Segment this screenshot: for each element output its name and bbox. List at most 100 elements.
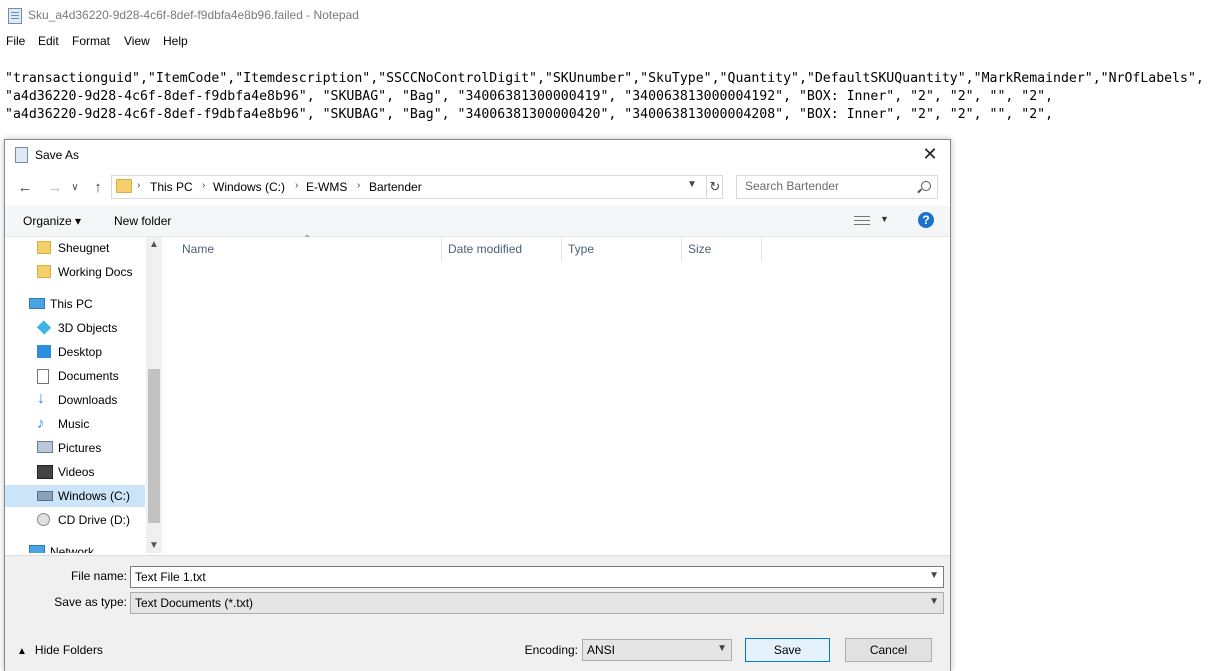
column-header-label: Date modified — [448, 242, 523, 256]
search-input[interactable] — [737, 176, 915, 196]
close-icon[interactable]: ✕ — [920, 143, 940, 165]
sidebar-item-this-pc[interactable]: This PC — [5, 293, 145, 315]
cancel-button[interactable]: Cancel — [845, 638, 932, 662]
address-row: ← → ∨ ↑ › This PC › Windows (C:) › E-WMS… — [5, 172, 950, 204]
documents-icon — [37, 369, 49, 384]
text-line: "a4d36220-9d28-4c6f-8def-f9dbfa4e8b96", … — [5, 107, 1054, 122]
folder-icon — [116, 179, 132, 193]
dialog-footer: File name: Text File 1.txt ▼ Save as typ… — [5, 555, 950, 671]
column-header-date-modified[interactable]: Date modified — [442, 237, 562, 261]
sidebar-item-label: Windows (C:) — [58, 489, 131, 503]
notepad-icon — [8, 8, 22, 24]
chevron-right-icon[interactable]: › — [137, 180, 140, 191]
save-as-dialog: Save As ✕ ← → ∨ ↑ › This PC › Windows (C… — [4, 139, 951, 671]
sidebar-item-label: Network — [50, 545, 95, 553]
sidebar-item-sheugnet[interactable]: Sheugnet — [5, 237, 145, 259]
sidebar-item-3d-objects[interactable]: 3D Objects — [5, 317, 145, 339]
forward-arrow-icon[interactable]: → — [47, 179, 63, 196]
breadcrumb-windows-c[interactable]: Windows (C:) — [213, 180, 285, 194]
address-bar[interactable]: › This PC › Windows (C:) › E-WMS › Barte… — [111, 175, 723, 199]
notepad-titlebar: Sku_a4d36220-9d28-4c6f-8def-f9dbfa4e8b96… — [0, 0, 1217, 30]
refresh-icon[interactable]: ↻ — [706, 176, 723, 198]
save-as-type-value: Text Documents (*.txt) — [135, 596, 254, 610]
sidebar-item-label: Sheugnet — [58, 241, 110, 255]
3d-objects-icon — [36, 320, 52, 335]
new-folder-button[interactable]: New folder — [114, 214, 171, 228]
computer-icon — [29, 298, 45, 309]
breadcrumb-this-pc[interactable]: This PC — [150, 180, 193, 194]
menu-view[interactable]: View — [124, 34, 150, 48]
dialog-title: Save As — [35, 148, 80, 162]
chevron-down-icon[interactable]: ▼ — [146, 540, 162, 551]
breadcrumb-e-wms[interactable]: E-WMS — [306, 180, 347, 194]
chevron-up-icon[interactable]: ▲ — [146, 239, 162, 250]
sidebar-item-pictures[interactable]: Pictures — [5, 437, 145, 459]
sidebar-item-videos[interactable]: Videos — [5, 461, 145, 483]
column-header-label: Type — [568, 242, 595, 256]
encoding-select[interactable]: ANSI ▼ — [582, 639, 732, 661]
desktop-icon — [37, 345, 51, 358]
organize-button[interactable]: Organize ▾ — [23, 214, 81, 228]
sidebar-item-network[interactable]: Network — [5, 541, 145, 553]
chevron-right-icon[interactable]: › — [357, 180, 360, 191]
cd-drive-icon — [37, 513, 50, 526]
help-icon[interactable]: ? — [918, 212, 934, 228]
column-header-name[interactable]: Name — [176, 237, 442, 261]
save-button[interactable]: Save — [745, 638, 830, 662]
sidebar-item-downloads[interactable]: ↓ Downloads — [5, 389, 145, 411]
chevron-down-icon[interactable]: ▼ — [880, 214, 889, 224]
notepad-text-area[interactable]: "transactionguid","ItemCode","Itemdescri… — [5, 70, 1204, 124]
sidebar-item-label: This PC — [50, 297, 93, 311]
save-as-type-label: Save as type: — [54, 595, 127, 609]
sidebar-item-label: Music — [58, 417, 90, 431]
sidebar-item-windows-c[interactable]: Windows (C:) — [5, 485, 145, 507]
file-name-value: Text File 1.txt — [135, 570, 206, 584]
file-name-label: File name: — [70, 569, 127, 583]
up-arrow-icon[interactable]: ↑ — [90, 179, 106, 196]
hide-folders-button[interactable]: ▲ Hide Folders — [17, 643, 103, 657]
hide-folders-label: Hide Folders — [34, 643, 103, 657]
back-arrow-icon[interactable]: ← — [17, 179, 33, 196]
sidebar-item-desktop[interactable]: Desktop — [5, 341, 145, 363]
dialog-titlebar: Save As ✕ — [5, 140, 950, 170]
menu-edit[interactable]: Edit — [38, 34, 59, 48]
chevron-down-icon[interactable]: ▼ — [687, 179, 697, 190]
notepad-menubar: File Edit Format View Help — [0, 31, 1217, 51]
file-list[interactable]: ⌃ Name Date modified Type Size — [162, 234, 949, 553]
menu-help[interactable]: Help — [163, 34, 188, 48]
scrollbar-thumb[interactable] — [148, 369, 160, 523]
encoding-value: ANSI — [587, 643, 616, 657]
sidebar-item-cd-drive-d[interactable]: CD Drive (D:) — [5, 509, 145, 531]
chevron-right-icon[interactable]: › — [295, 180, 298, 191]
pictures-icon — [37, 441, 53, 453]
downloads-icon: ↓ — [37, 390, 45, 407]
sidebar-item-label: Working Docs — [58, 265, 133, 279]
menu-file[interactable]: File — [6, 34, 25, 48]
chevron-right-icon[interactable]: › — [202, 180, 205, 191]
search-icon[interactable] — [921, 181, 931, 191]
drive-icon — [37, 491, 53, 501]
sidebar-item-label: 3D Objects — [58, 321, 118, 335]
sidebar-item-working-docs[interactable]: Working Docs — [5, 261, 145, 283]
breadcrumb-bartender[interactable]: Bartender — [369, 180, 422, 194]
folder-icon — [37, 265, 51, 278]
network-icon — [29, 545, 45, 553]
sidebar-item-label: Pictures — [58, 441, 102, 455]
sidebar-item-music[interactable]: ♪ Music — [5, 413, 145, 435]
recent-locations-chevron-icon[interactable]: ∨ — [67, 182, 83, 193]
chevron-down-icon[interactable]: ▼ — [929, 570, 939, 581]
column-header-type[interactable]: Type — [562, 237, 682, 261]
sidebar-item-label: Downloads — [58, 393, 118, 407]
save-as-type-select[interactable]: Text Documents (*.txt) ▼ — [130, 592, 944, 614]
notepad-icon — [15, 147, 28, 163]
search-box — [736, 175, 938, 199]
column-header-size[interactable]: Size — [682, 237, 762, 261]
view-options-icon[interactable] — [854, 215, 870, 227]
sidebar-item-documents[interactable]: Documents — [5, 365, 145, 387]
chevron-down-icon[interactable]: ▼ — [929, 596, 939, 607]
menu-format[interactable]: Format — [72, 34, 110, 48]
navigation-scrollbar[interactable]: ▲ ▼ — [146, 237, 162, 553]
chevron-up-icon: ▲ — [17, 646, 27, 657]
file-name-field[interactable]: Text File 1.txt ▼ — [130, 566, 944, 588]
chevron-down-icon[interactable]: ▼ — [717, 643, 727, 654]
